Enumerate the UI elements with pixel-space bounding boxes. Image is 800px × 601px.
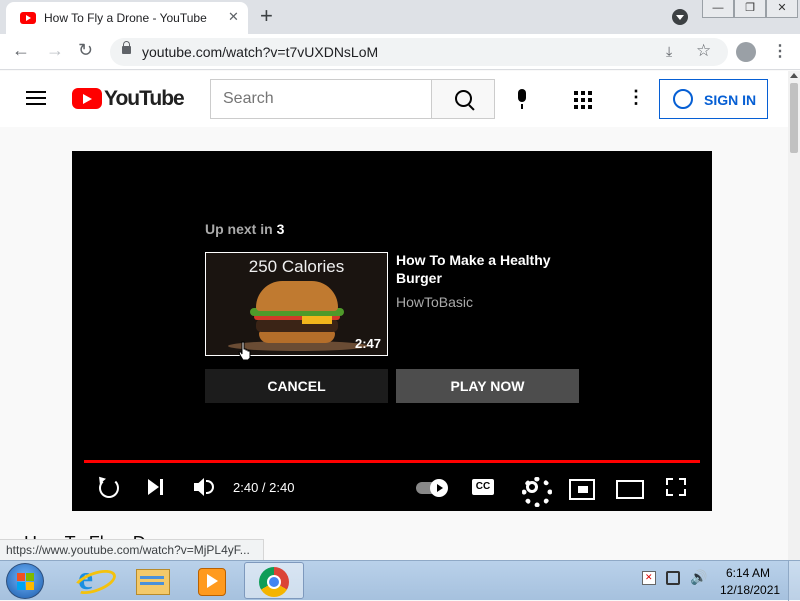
hand-cursor-icon [238, 341, 251, 361]
subtitles-cc-icon[interactable] [470, 473, 498, 501]
voice-search-mic-icon[interactable] [506, 83, 538, 115]
next-video-icon[interactable] [142, 473, 170, 501]
progress-bar[interactable] [84, 460, 700, 463]
miniplayer-icon[interactable] [566, 473, 595, 501]
browser-toolbar: ← → ↻ youtube.com/watch?v=t7vUXDNsLoM ⤓ … [0, 34, 800, 70]
address-url[interactable]: youtube.com/watch?v=t7vUXDNsLoM [142, 44, 378, 60]
chrome-menu-icon[interactable]: ⋮ [772, 41, 788, 61]
sign-in-label: SIGN IN [704, 92, 757, 108]
clock-date[interactable]: 12/18/2021 [720, 583, 780, 597]
reload-button[interactable]: ↻ [78, 40, 93, 61]
next-video-thumbnail[interactable]: 250 Calories 2:47 [205, 252, 388, 356]
scroll-up-arrow-icon[interactable] [790, 73, 798, 78]
time-display: 2:40 / 2:40 [233, 480, 295, 495]
thumbnail-caption: 250 Calories [248, 257, 345, 276]
window-controls: — ❐ ✕ [702, 0, 800, 18]
new-tab-button[interactable]: + [260, 3, 273, 29]
show-desktop-button[interactable] [788, 561, 800, 601]
fullscreen-icon[interactable] [662, 473, 690, 501]
burger-top-bun-shape [256, 281, 338, 311]
search-button[interactable] [431, 79, 495, 119]
youtube-logo-text[interactable]: YouTube [104, 87, 185, 111]
autoplay-toggle[interactable] [416, 478, 450, 498]
settings-more-icon[interactable]: ⋮ [627, 87, 645, 108]
account-circle-icon [673, 89, 693, 109]
search-input[interactable] [210, 79, 432, 119]
youtube-favicon-icon [20, 12, 36, 24]
hamburger-menu-icon[interactable] [26, 91, 46, 105]
back-button[interactable]: ← [12, 40, 30, 61]
sign-in-button[interactable]: SIGN IN [659, 79, 768, 119]
up-next-label: Up next in 3 [205, 221, 285, 237]
chrome-taskbar-icon[interactable] [244, 562, 304, 599]
replay-icon[interactable] [94, 473, 122, 501]
burger-cheese-shape [302, 316, 332, 324]
youtube-header: YouTube ⋮ SIGN IN [0, 71, 788, 127]
action-center-flag-icon[interactable] [642, 571, 656, 585]
play-now-button[interactable]: PLAY NOW [396, 369, 579, 403]
bookmark-star-icon[interactable]: ☆ [696, 41, 711, 61]
volume-icon[interactable] [190, 473, 218, 501]
volume-tray-icon[interactable]: 🔊 [690, 569, 707, 585]
start-button[interactable] [6, 563, 44, 599]
video-player[interactable]: Up next in 3 250 Calories 2:47 How To Ma… [72, 151, 712, 511]
autoplay-play-icon [430, 479, 448, 497]
internet-explorer-taskbar-icon[interactable] [64, 560, 120, 599]
minimize-button[interactable]: — [702, 0, 734, 18]
maximize-button[interactable]: ❐ [734, 0, 766, 18]
youtube-logo-icon[interactable] [72, 88, 102, 109]
lock-icon[interactable] [122, 41, 131, 54]
close-window-button[interactable]: ✕ [766, 0, 798, 18]
tab-search-dropdown-icon[interactable] [672, 9, 688, 25]
next-video-title[interactable]: How To Make a Healthy Burger [396, 251, 556, 287]
settings-gear-icon[interactable] [518, 473, 552, 507]
cancel-autoplay-button[interactable]: CANCEL [205, 369, 388, 403]
up-next-countdown: 3 [276, 221, 285, 237]
theater-mode-icon[interactable] [614, 473, 644, 501]
tab-close-icon[interactable]: ✕ [228, 9, 239, 25]
file-explorer-taskbar-icon[interactable] [124, 562, 180, 599]
link-status-bubble: https://www.youtube.com/watch?v=MjPL4yF.… [0, 539, 264, 560]
browser-tab-strip: How To Fly a Drone - YouTube ✕ + — ❐ ✕ [0, 0, 800, 34]
clock-time[interactable]: 6:14 AM [726, 566, 770, 580]
system-tray: 🔊 [640, 569, 710, 593]
windows-taskbar: 🔊 6:14 AM 12/18/2021 [0, 560, 800, 601]
address-bar[interactable]: youtube.com/watch?v=t7vUXDNsLoM ⤓ ☆ [110, 38, 728, 66]
youtube-apps-grid-icon[interactable] [574, 91, 592, 109]
tab-title: How To Fly a Drone - YouTube [44, 11, 207, 25]
network-icon[interactable] [666, 571, 680, 585]
next-video-channel: HowToBasic [396, 294, 474, 310]
media-player-taskbar-icon[interactable] [184, 562, 240, 599]
forward-button[interactable]: → [46, 40, 64, 61]
page-scrollbar[interactable] [788, 71, 800, 560]
next-video-duration: 2:47 [354, 336, 381, 351]
burger-bottom-bun-shape [259, 331, 335, 343]
profile-avatar-icon[interactable] [736, 42, 756, 62]
browser-tab[interactable]: How To Fly a Drone - YouTube ✕ [6, 2, 248, 34]
install-app-icon[interactable]: ⤓ [666, 43, 672, 60]
scrollbar-thumb[interactable] [790, 83, 798, 153]
